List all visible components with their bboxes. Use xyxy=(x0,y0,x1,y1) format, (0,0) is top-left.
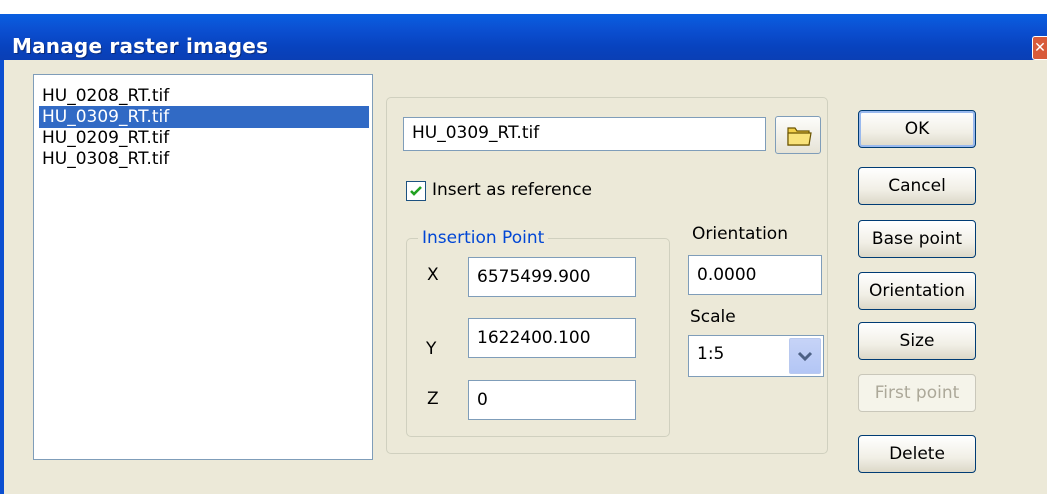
scale-label: Scale xyxy=(690,307,736,327)
orientation-label: Orientation xyxy=(692,224,788,244)
list-item[interactable]: HU_0308_RT.tif xyxy=(39,148,369,170)
scale-dropdown-button[interactable] xyxy=(789,338,821,374)
y-coordinate-field[interactable]: 1622400.100 xyxy=(468,318,636,358)
close-icon: ✕ xyxy=(1034,40,1046,56)
window-frame-left xyxy=(0,60,4,494)
chevron-down-icon xyxy=(797,351,813,362)
base-point-button[interactable]: Base point xyxy=(858,220,976,258)
folder-icon xyxy=(787,127,812,146)
list-item[interactable]: HU_0208_RT.tif xyxy=(39,85,369,107)
size-button[interactable]: Size xyxy=(858,322,976,360)
top-strip xyxy=(0,0,1047,14)
insert-as-reference-checkbox[interactable] xyxy=(406,181,426,201)
z-coordinate-field[interactable]: 0 xyxy=(468,380,636,420)
orientation-field[interactable]: 0.0000 xyxy=(688,255,822,295)
close-button[interactable]: ✕ xyxy=(1032,36,1047,60)
ok-button[interactable]: OK xyxy=(858,110,976,148)
scale-select[interactable]: 1:5 xyxy=(688,335,824,377)
x-label: X xyxy=(427,265,439,285)
browse-button[interactable] xyxy=(775,116,821,154)
scale-select-value: 1:5 xyxy=(697,344,725,364)
list-item[interactable]: HU_0209_RT.tif xyxy=(39,127,369,149)
y-label: Y xyxy=(426,339,437,359)
file-name-field[interactable]: HU_0309_RT.tif xyxy=(403,117,766,151)
insertion-point-legend: Insertion Point xyxy=(418,228,549,248)
z-label: Z xyxy=(427,389,439,409)
dialog-window: Manage raster images ✕ HU_0208_RT.tif HU… xyxy=(0,0,1047,494)
list-item-selected[interactable]: HU_0309_RT.tif xyxy=(39,106,369,128)
window-title: Manage raster images xyxy=(12,34,269,58)
cancel-button[interactable]: Cancel xyxy=(858,167,976,205)
raster-file-list[interactable]: HU_0208_RT.tif HU_0309_RT.tif HU_0209_RT… xyxy=(33,74,373,460)
orientation-button[interactable]: Orientation xyxy=(858,272,976,310)
first-point-button[interactable]: First point xyxy=(858,374,976,412)
check-icon xyxy=(410,186,422,196)
delete-button[interactable]: Delete xyxy=(858,435,976,473)
x-coordinate-field[interactable]: 6575499.900 xyxy=(468,257,636,297)
title-bar[interactable]: Manage raster images ✕ xyxy=(0,14,1047,60)
insert-as-reference-label[interactable]: Insert as reference xyxy=(432,180,592,200)
